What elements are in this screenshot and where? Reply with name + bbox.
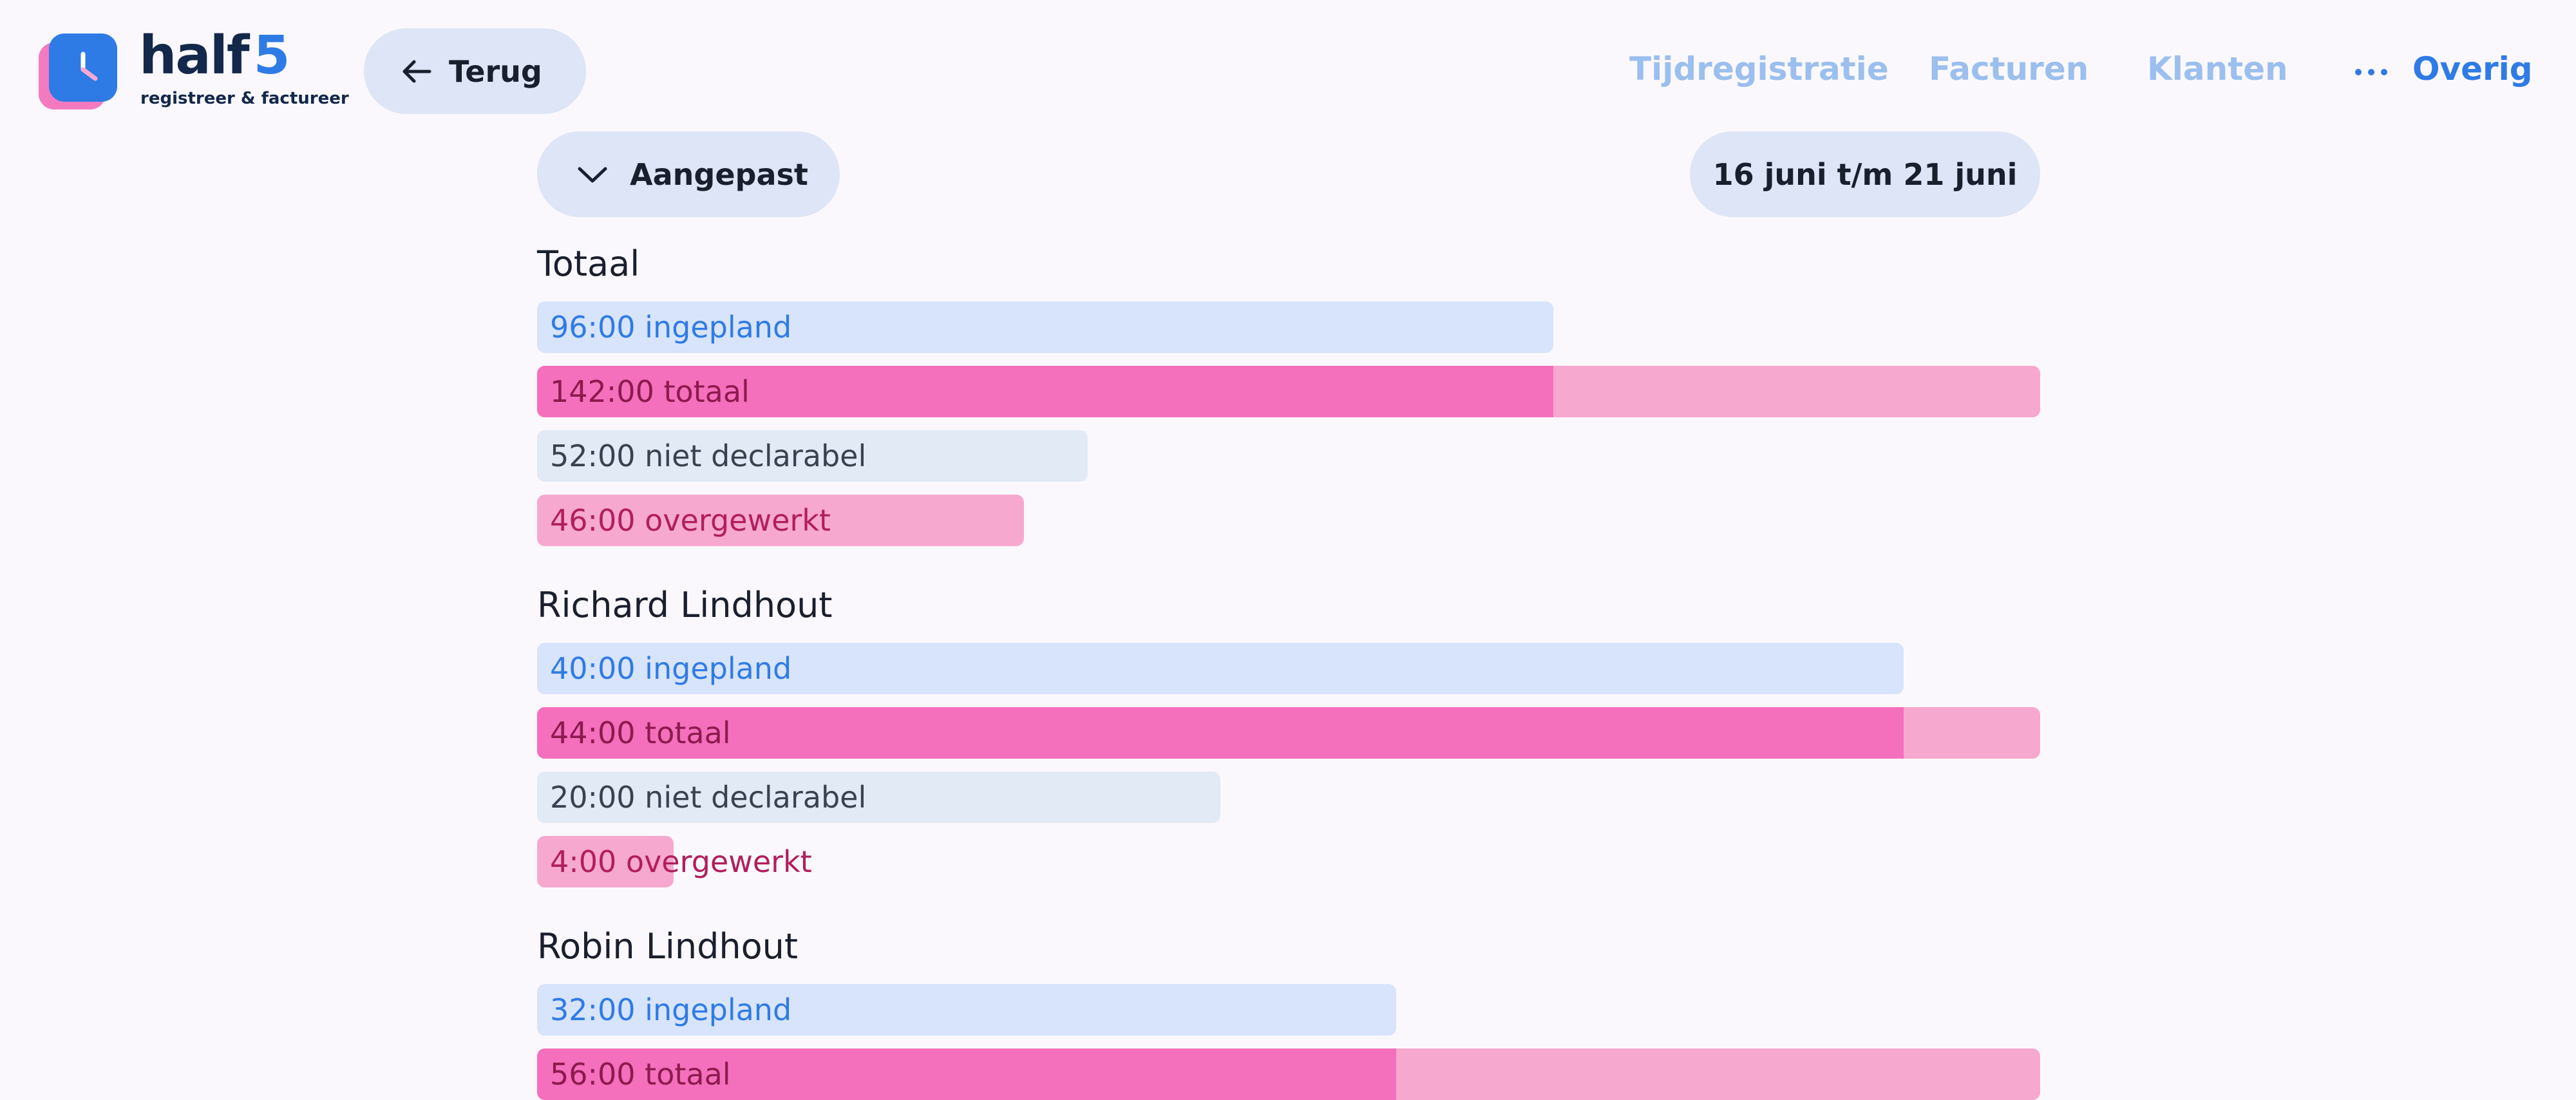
- nav-item-klanten[interactable]: Klanten: [2147, 50, 2288, 88]
- bar-label: 142:00 totaal: [550, 374, 750, 409]
- nav-item-overig[interactable]: Overig: [2412, 50, 2533, 88]
- period-filter-dropdown[interactable]: Aangepast: [537, 131, 840, 217]
- bar-label: 4:00 overgewerkt: [550, 844, 812, 879]
- nav-item-tijdregistratie[interactable]: Tijdregistratie: [1629, 50, 1889, 88]
- bar-label: 52:00 niet declarabel: [550, 439, 867, 473]
- arrow-left-icon: [402, 60, 431, 82]
- brand-name: half: [139, 25, 249, 86]
- clock-icon: [49, 33, 117, 102]
- section-title-totaal: Totaal: [537, 243, 640, 284]
- bar-label: 20:00 niet declarabel: [550, 780, 867, 815]
- section-title-richard-lindhout: Richard Lindhout: [537, 585, 833, 625]
- bar-label: 96:00 ingepland: [550, 310, 792, 345]
- bar-overgewerkt: 46:00 overgewerkt: [537, 495, 1024, 546]
- bar-niet-declarabel: 52:00 niet declarabel: [537, 430, 1088, 482]
- bar-label: 56:00 totaal: [550, 1057, 731, 1092]
- bar-ingepland: 40:00 ingepland: [537, 643, 1904, 694]
- date-range-label: 16 juni t/m 21 juni: [1712, 156, 2018, 192]
- back-button-label: Terug: [449, 53, 542, 89]
- bar-ingepland: 96:00 ingepland: [537, 301, 1553, 353]
- brand-wordmark: half5: [139, 30, 290, 82]
- bar-totaal: 142:00 totaal: [537, 366, 2040, 417]
- nav-item-facturen[interactable]: Facturen: [1929, 50, 2088, 88]
- back-button[interactable]: Terug: [364, 28, 586, 114]
- bar-fill: [537, 707, 1904, 759]
- bar-overgewerkt: 4:00 overgewerkt: [537, 836, 812, 887]
- section-title-robin-lindhout: Robin Lindhout: [537, 926, 799, 967]
- more-dots-icon[interactable]: [2352, 59, 2391, 85]
- period-filter-label: Aangepast: [630, 156, 808, 192]
- bar-ingepland: 32:00 ingepland: [537, 984, 1396, 1036]
- brand-number: 5: [253, 25, 290, 86]
- bar-label: 46:00 overgewerkt: [550, 503, 831, 538]
- date-range-button[interactable]: 16 juni t/m 21 juni: [1690, 131, 2040, 217]
- bar-totaal: 56:00 totaal: [537, 1048, 2040, 1100]
- bar-label: 44:00 totaal: [550, 716, 731, 750]
- bar-label: 40:00 ingepland: [550, 651, 792, 686]
- chevron-down-icon: [578, 167, 607, 182]
- bar-niet-declarabel: 20:00 niet declarabel: [537, 772, 1220, 823]
- brand-logo[interactable]: half5 registreer & factureer: [37, 30, 349, 116]
- bar-totaal: 44:00 totaal: [537, 707, 2040, 759]
- brand-tagline: registreer & factureer: [140, 89, 349, 108]
- bar-label: 32:00 ingepland: [550, 992, 792, 1027]
